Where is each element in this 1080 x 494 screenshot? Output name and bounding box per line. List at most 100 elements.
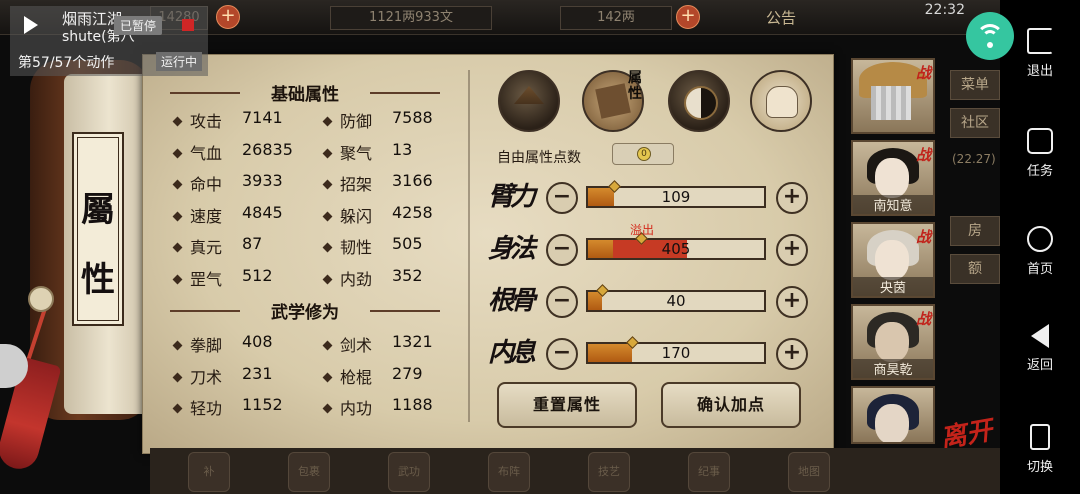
confirm-points-button[interactable]: 确认加点 — [661, 382, 801, 428]
notice-link[interactable]: 公告 — [766, 7, 796, 28]
stat-value: 13 — [392, 139, 413, 159]
reset-attributes-button[interactable]: 重置属性 — [497, 382, 637, 428]
action-count: 第57/57个动作 — [18, 55, 115, 71]
attribute-bar: 170 — [586, 336, 766, 364]
scroll-knob — [28, 286, 54, 312]
character-portrait-5[interactable] — [851, 386, 935, 444]
increase-button[interactable]: + — [776, 182, 808, 214]
martial-label: 拳脚 — [190, 336, 223, 355]
stat-value: 87 — [242, 234, 263, 253]
play-icon[interactable] — [24, 16, 38, 34]
wifi-icon[interactable] — [966, 12, 1014, 60]
macro-recorder-overlay: 烟雨江湖 shute(第八 已暂停 第57/57个动作 运行中 — [10, 6, 208, 76]
title-char-2: 性 — [81, 260, 115, 300]
character-name: 央茵 — [853, 277, 933, 296]
nav-exit-label: 退出 — [1026, 64, 1053, 79]
battle-badge: 战 — [915, 146, 931, 164]
stat-label: 内劲 — [340, 269, 373, 289]
bottom-menu-item[interactable]: 布阵 — [488, 452, 530, 492]
martial-value: 1152 — [242, 395, 283, 414]
title-char-1: 屬 — [81, 190, 115, 230]
character-portrait-2[interactable]: 战 南知意 — [851, 140, 935, 216]
panel-divider — [468, 70, 470, 422]
stat-value: 26835 — [242, 139, 293, 159]
stat-value: 352 — [392, 265, 423, 285]
martial-value: 231 — [242, 363, 273, 383]
nav-task-label: 任务 — [1026, 164, 1053, 179]
bottom-menu-item[interactable]: 地图 — [788, 452, 830, 492]
decrease-button[interactable]: − — [546, 286, 578, 318]
attribute-bar: 40 — [586, 284, 766, 312]
nav-home-label: 首页 — [1026, 262, 1053, 277]
bottom-menu-item[interactable]: 武功 — [388, 452, 430, 492]
decrease-button[interactable]: − — [546, 182, 578, 214]
side-tab-community[interactable]: 社区 — [950, 108, 1000, 138]
increase-button[interactable]: + — [776, 234, 808, 266]
gold-amount: 142两 — [560, 6, 672, 30]
stat-value: 3933 — [242, 171, 283, 190]
clock: 22:32 — [924, 2, 965, 18]
martial-label: 枪棍 — [340, 367, 373, 387]
character-name: 南知意 — [853, 195, 933, 214]
running-badge: 运行中 — [156, 52, 203, 71]
nav-switch[interactable]: 切换 — [1012, 424, 1068, 475]
nav-task[interactable]: 任务 — [1012, 128, 1068, 179]
increase-button[interactable]: + — [776, 338, 808, 370]
side-tab-menu[interactable]: 菜单 — [950, 70, 1000, 100]
attribute-name: 内息 — [488, 338, 536, 368]
bottom-menu-item[interactable]: 包裹 — [288, 452, 330, 492]
attribute-name: 根骨 — [488, 286, 536, 316]
attribute-value: 109 — [661, 188, 691, 206]
stat-label: 攻击 — [190, 112, 223, 131]
attribute-bar: 109 — [586, 180, 766, 208]
nav-back[interactable]: 返回 — [1012, 324, 1068, 373]
free-points-label: 自由属性点数 — [497, 150, 581, 166]
battle-badge: 战 — [915, 228, 931, 246]
stat-value: 4845 — [242, 202, 283, 222]
exit-icon — [1027, 28, 1053, 54]
increase-button[interactable]: + — [776, 286, 808, 318]
side-tab-room[interactable]: 房 — [950, 216, 1000, 246]
martial-label: 轻功 — [190, 399, 223, 418]
bottom-menu-item[interactable]: 纪事 — [688, 452, 730, 492]
stat-label: 罡气 — [190, 269, 223, 289]
martial-label: 刀术 — [190, 367, 223, 387]
body-meridian-icon[interactable] — [750, 70, 812, 132]
character-portrait-1[interactable]: 战 — [851, 58, 935, 134]
battle-badge: 战 — [915, 310, 931, 328]
stat-label: 韧性 — [340, 238, 373, 257]
bottom-menu-item[interactable]: 补 — [188, 452, 230, 492]
stat-label: 躲闪 — [340, 206, 373, 226]
stat-label: 聚气 — [340, 143, 373, 163]
page-title: 屬 性 — [72, 132, 124, 326]
attribute-book-icon[interactable]: 属性 — [582, 70, 644, 132]
decrease-button[interactable]: − — [546, 338, 578, 370]
character-portrait-3[interactable]: 战 央茵 — [851, 222, 935, 298]
decrease-button[interactable]: − — [546, 234, 578, 266]
character-portrait-4[interactable]: 战 商昊乾 — [851, 304, 935, 380]
side-date: (22.27) — [952, 152, 996, 166]
home-icon — [1027, 226, 1053, 252]
nav-home[interactable]: 首页 — [1012, 226, 1068, 277]
overflow-label: 溢出 — [630, 223, 655, 237]
add-gold-button[interactable]: + — [676, 5, 700, 29]
yin-yang-icon[interactable] — [668, 70, 730, 132]
side-tab-quota[interactable]: 额 — [950, 254, 1000, 284]
stat-value: 512 — [242, 265, 273, 285]
stat-label: 气血 — [190, 143, 223, 163]
bottom-menu-item[interactable]: 技艺 — [588, 452, 630, 492]
nav-exit[interactable]: 退出 — [1012, 28, 1068, 79]
tab-attr-label: 属性 — [628, 70, 642, 102]
basic-attr-title: 基础属性 — [271, 85, 339, 105]
battle-badge: 战 — [915, 64, 931, 82]
hat-figure-icon[interactable] — [498, 70, 560, 132]
martial-header: 武学修为 — [170, 298, 440, 323]
attribute-value: 405 — [661, 240, 691, 258]
stat-value: 4258 — [392, 202, 433, 222]
stat-value: 505 — [392, 234, 423, 253]
stat-label: 命中 — [190, 175, 223, 194]
silver-amount: 1121两933文 — [330, 6, 492, 30]
blurred-face — [871, 86, 911, 120]
add-currency-button[interactable]: + — [216, 5, 240, 29]
stop-icon[interactable] — [182, 19, 194, 31]
